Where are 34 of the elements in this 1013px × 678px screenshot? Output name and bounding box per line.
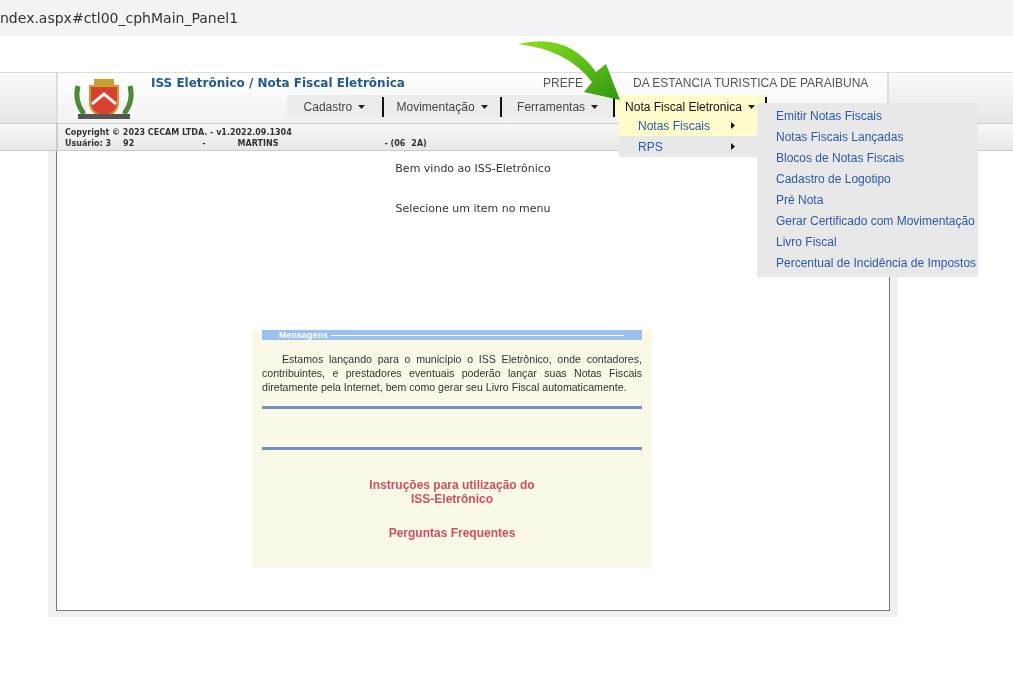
municipality-name: DA ESTANCIA TURISTICA DE PARAIBUNA [633,76,869,90]
menu-item[interactable]: Blocos de Notas Fiscais [757,147,978,168]
user-info-text: 92 [123,139,135,149]
app-title: ISS Eletrônico / Nota Fiscal Eletrônica [151,76,405,90]
menu-item[interactable]: Ferramentas [502,95,613,118]
menu-item[interactable]: Percentual de Incidência de Impostos [757,252,978,273]
menu-item[interactable]: Pré Nota [757,189,978,210]
help-link[interactable]: Instruções para utilização do ISS-Eletrônico [362,478,542,506]
caret-icon [358,104,366,109]
prompt-text: Selecione um item no menu [395,202,551,215]
caret-icon [480,104,488,109]
message-text: Estamos lançando para o município o ISS Eletrônico, onde contadores, contribuintes, e prestadores eventuais poderão lançar suas Notas Fiscais diretamente pela Internet, bem como gerar seu Livro Fiscal automaticamente. [262,352,642,394]
user-info-text: Usuário: 3 [65,139,112,149]
copyright-text: Copyright © 2023 CECAM LTDA. - v1.2022.09.1304 [65,128,292,137]
messages-title: Mensagens [279,330,329,340]
address-bar[interactable]: ndex.aspx#ctl00_cphMain_Panel1 [0,0,1013,36]
menu-item[interactable]: Movimentação [383,95,501,118]
submenu-arrow-icon [731,143,735,150]
municipality-name: PREFE [542,76,583,90]
user-info-text: - (06 [384,139,406,149]
help-link[interactable]: Perguntas Frequentes [362,526,542,540]
menu-item[interactable]: Cadastro [287,95,382,118]
welcome-text: Bem vindo ao ISS-Eletrônico [395,162,551,175]
menu-item[interactable]: Cadastro de Logotipo [757,168,978,189]
menu-item[interactable]: Notas Fiscais [619,115,757,136]
menu-item[interactable]: Notas Fiscais Lançadas [757,126,978,147]
caret-icon [747,104,755,109]
user-info-text: 2A) [411,139,427,149]
menu-item[interactable]: Gerar Certificado com Movimentação [757,210,978,231]
user-info-text: MARTINS [237,139,279,149]
menu-item[interactable]: Livro Fiscal [757,231,978,252]
user-info-text: - [202,139,206,149]
submenu-arrow-icon [731,122,735,129]
caret-icon [591,104,599,109]
